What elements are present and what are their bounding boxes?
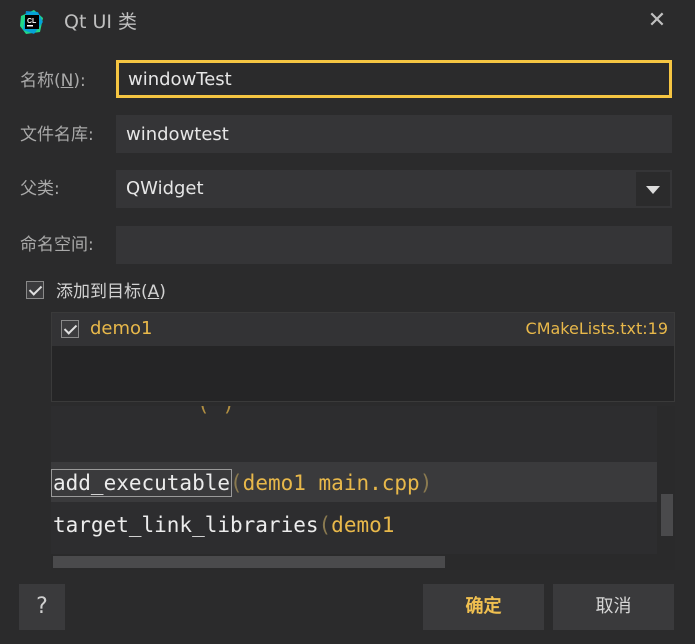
name-input[interactable] <box>119 63 669 95</box>
vertical-scroll-thumb[interactable] <box>661 494 673 536</box>
ok-button[interactable]: 确定 <box>423 584 544 630</box>
chevron-down-icon[interactable] <box>636 172 670 206</box>
name-label: 名称(N): <box>20 71 86 91</box>
help-button[interactable]: ? <box>19 584 65 630</box>
code-preview: ( ) add_executable(demo1 main.cpp) targe… <box>51 406 675 570</box>
code-line-fragment-icon: ( ) <box>197 406 235 416</box>
name-field[interactable] <box>116 60 672 98</box>
namespace-field[interactable] <box>116 226 672 264</box>
filename-label: 文件名库: <box>20 125 94 145</box>
horizontal-scroll-thumb[interactable] <box>53 556 445 568</box>
target-list: demo1 CMakeLists.txt:19 <box>51 312 675 402</box>
target-file-link[interactable]: CMakeLists.txt:19 <box>526 319 668 339</box>
app-icon-text: CL <box>27 18 37 25</box>
cancel-button[interactable]: 取消 <box>553 584 674 630</box>
target-link-libraries-keyword: target_link_libraries <box>53 513 319 537</box>
add-to-target-label: 添加到目标(A) <box>56 282 166 302</box>
target-name: demo1 <box>90 318 153 339</box>
filename-input[interactable] <box>116 115 672 153</box>
add-executable-keyword: add_executable <box>51 469 233 497</box>
namespace-label: 命名空间: <box>20 235 94 255</box>
title-bar: CL Qt UI 类 ✕ <box>0 0 695 44</box>
parent-class-select[interactable]: QWidget <box>116 170 672 208</box>
code-line-add-executable: add_executable(demo1 main.cpp) <box>51 469 433 497</box>
add-to-target-checkbox[interactable] <box>26 281 44 299</box>
code-line-target-link-libraries: target_link_libraries(demo1 <box>53 513 395 537</box>
add-executable-args: demo1 main.cpp <box>242 471 420 495</box>
target-checkbox[interactable] <box>61 320 79 338</box>
horizontal-scrollbar[interactable] <box>51 554 657 570</box>
parent-class-value: QWidget <box>126 178 204 199</box>
filename-field[interactable] <box>116 115 672 153</box>
window-title: Qt UI 类 <box>64 11 137 33</box>
vertical-scrollbar[interactable] <box>657 406 675 570</box>
close-icon[interactable]: ✕ <box>645 8 669 34</box>
target-row[interactable]: demo1 CMakeLists.txt:19 <box>52 313 674 346</box>
namespace-input[interactable] <box>116 226 672 264</box>
clion-app-icon: CL <box>20 10 43 34</box>
parent-class-label: 父类: <box>20 179 60 199</box>
target-link-libraries-args: demo1 <box>331 513 395 537</box>
